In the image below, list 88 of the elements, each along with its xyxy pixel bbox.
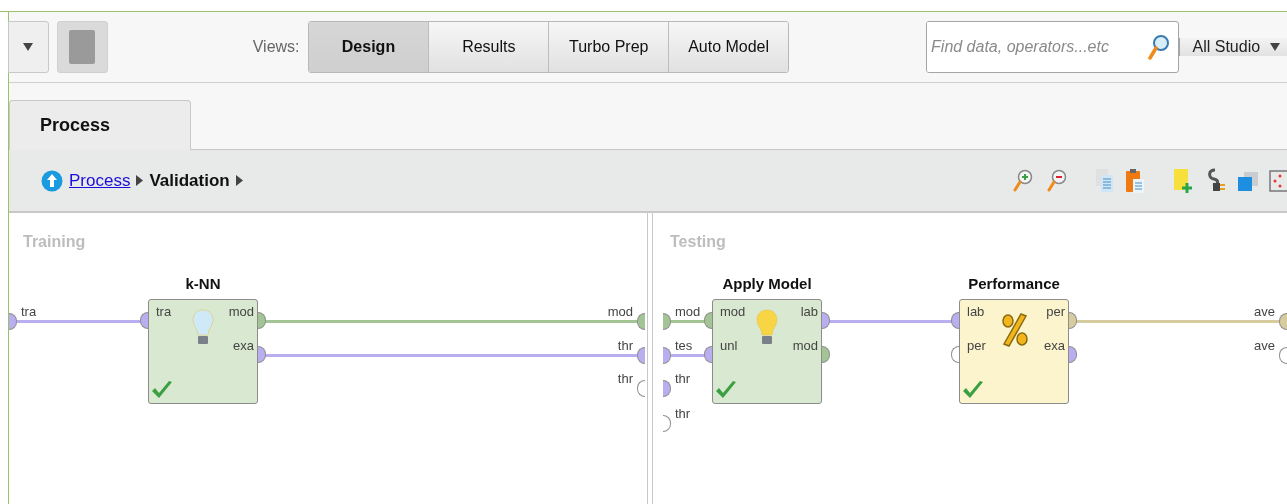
port-label: exa	[233, 338, 254, 353]
port-label: mod	[792, 338, 818, 353]
input-port[interactable]	[704, 312, 712, 329]
documents-icon	[1095, 167, 1115, 194]
lightbulb-icon	[756, 309, 778, 347]
view-tab[interactable]: Turbo Prep	[548, 22, 669, 72]
square-icon	[69, 30, 96, 64]
output-port[interactable]	[1069, 312, 1077, 329]
output-port[interactable]	[637, 313, 645, 330]
port-label: per	[967, 338, 986, 353]
panel-title: Training	[23, 233, 86, 251]
port-label: tra	[156, 304, 172, 319]
input-port[interactable]	[663, 415, 671, 432]
plug-icon	[1205, 167, 1227, 194]
auto-arrange-button[interactable]	[1269, 167, 1287, 194]
operator-node[interactable]	[959, 299, 1069, 404]
output-port[interactable]	[637, 347, 645, 364]
operator-node[interactable]	[148, 299, 258, 404]
port-label: unl	[720, 338, 738, 353]
copy-button[interactable]	[1095, 167, 1115, 194]
input-port[interactable]	[951, 346, 959, 363]
view-tab[interactable]: Design	[308, 22, 429, 72]
clipboard-icon	[1125, 167, 1145, 194]
input-port[interactable]	[704, 346, 712, 363]
checkmark-icon	[962, 380, 984, 400]
breadcrumb-link[interactable]: Process	[69, 170, 131, 191]
chevron-icon	[136, 175, 144, 186]
zoom-out-icon	[1047, 168, 1067, 193]
input-port[interactable]	[663, 380, 671, 397]
port-label: lab	[967, 304, 985, 319]
percent-icon	[1001, 313, 1029, 347]
input-port[interactable]	[140, 312, 148, 329]
chevron-icon	[235, 175, 243, 186]
checkmark-icon	[151, 380, 173, 400]
search-field[interactable]: Find data, operators...etc	[926, 21, 1180, 73]
output-port[interactable]	[637, 380, 645, 397]
paste-button[interactable]	[1125, 167, 1145, 194]
scope-dropdown[interactable]: All Studio	[1179, 38, 1287, 56]
operator-title: Apply Model	[722, 275, 812, 292]
input-port[interactable]	[663, 313, 671, 330]
add-note-button[interactable]	[1173, 167, 1195, 194]
zoom-in-button[interactable]	[1013, 168, 1033, 193]
output-port[interactable]	[822, 312, 830, 329]
port-label: mod	[228, 304, 254, 319]
breadcrumb-current: Validation	[149, 170, 230, 191]
output-port[interactable]	[1279, 347, 1287, 364]
output-port[interactable]	[1069, 346, 1077, 363]
layout-button[interactable]	[57, 21, 108, 73]
view-tab[interactable]: Results	[428, 22, 549, 72]
search-icon	[1148, 34, 1171, 60]
input-port[interactable]	[951, 312, 959, 329]
input-port[interactable]	[663, 347, 671, 364]
output-port[interactable]	[258, 312, 266, 329]
panel-title: Testing	[670, 233, 726, 251]
port-label: exa	[1044, 338, 1065, 353]
port-label: tes	[675, 338, 693, 353]
output-port[interactable]	[1279, 313, 1287, 330]
port-label: tra	[21, 304, 37, 319]
port-label: ave	[1254, 338, 1275, 353]
port-label: mod	[675, 304, 701, 319]
checkmark-icon	[715, 380, 737, 400]
port-label: mod	[607, 304, 633, 319]
caret-icon	[23, 43, 34, 51]
view-tab[interactable]: Auto Model	[668, 22, 789, 72]
port-label: thr	[617, 371, 633, 386]
port-label: thr	[617, 338, 633, 353]
port-label: mod	[720, 304, 746, 319]
port-label: lab	[800, 304, 818, 319]
port-label: thr	[675, 371, 691, 386]
port-label: ave	[1254, 304, 1275, 319]
output-port[interactable]	[258, 346, 266, 363]
connect-button[interactable]	[1205, 167, 1227, 194]
operator-node[interactable]	[712, 299, 822, 404]
zoom-in-icon	[1013, 168, 1033, 193]
arrange-icon	[1269, 167, 1287, 194]
views-label: Views:	[252, 38, 300, 56]
operator-title: k-NN	[185, 275, 221, 292]
input-port[interactable]	[9, 313, 17, 330]
process-tab[interactable]: Process	[9, 100, 191, 150]
lightbulb-icon	[192, 309, 214, 347]
port-label: per	[1046, 304, 1065, 319]
note-add-icon	[1173, 167, 1195, 194]
output-port[interactable]	[822, 346, 830, 363]
operator-title: Performance	[968, 275, 1060, 292]
dropdown-button[interactable]	[8, 21, 49, 73]
caret-icon	[1270, 43, 1281, 51]
port-label: thr	[675, 406, 691, 421]
zoom-out-button[interactable]	[1047, 168, 1067, 193]
